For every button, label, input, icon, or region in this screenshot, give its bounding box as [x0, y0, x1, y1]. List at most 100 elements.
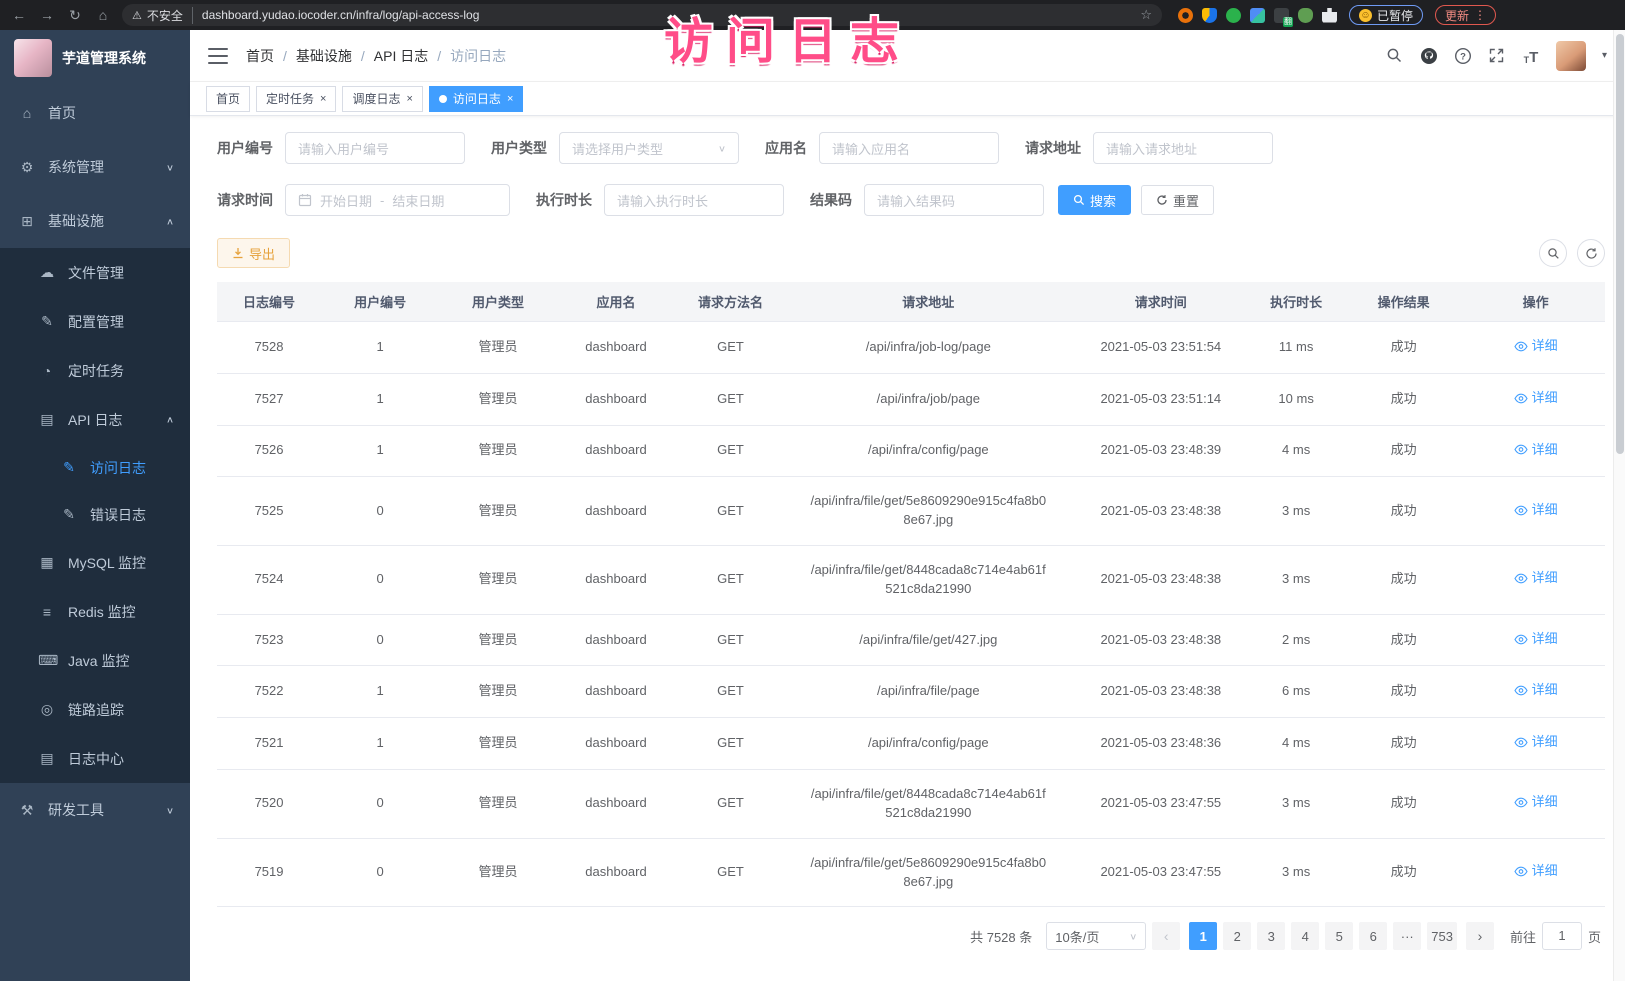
- detail-link[interactable]: 详细: [1514, 501, 1558, 520]
- search-icon[interactable]: [1386, 47, 1404, 65]
- result-code-input[interactable]: 请输入结果码: [864, 184, 1044, 216]
- sidebar-item-home[interactable]: ⌂首页: [0, 86, 190, 140]
- detail-link[interactable]: 详细: [1514, 733, 1558, 752]
- help-icon[interactable]: ?: [1454, 47, 1472, 65]
- sidebar-item-trace[interactable]: ◎链路追踪: [0, 685, 190, 734]
- app-name-input[interactable]: 请输入应用名: [819, 132, 999, 164]
- detail-link[interactable]: 详细: [1514, 389, 1558, 408]
- paused-badge[interactable]: ☺ 已暂停: [1349, 5, 1423, 25]
- detail-link[interactable]: 详细: [1514, 681, 1558, 700]
- home-icon[interactable]: ⌂: [90, 3, 116, 27]
- sidebar-item-mysql-monitor[interactable]: ▦MySQL 监控: [0, 538, 190, 587]
- sidebar-item-label: 配置管理: [68, 312, 124, 332]
- url-text: dashboard.yudao.iocoder.cn/infra/log/api…: [202, 8, 480, 22]
- action-cell: 详细: [1466, 373, 1605, 425]
- page-button-3[interactable]: 3: [1257, 922, 1285, 950]
- breadcrumb-item[interactable]: API 日志: [374, 46, 428, 66]
- extension-icon[interactable]: [1178, 8, 1193, 23]
- prev-page-button[interactable]: ‹: [1152, 922, 1180, 950]
- home-icon: ⌂: [18, 105, 36, 121]
- chevron-down-icon[interactable]: ▾: [1602, 50, 1607, 61]
- detail-link[interactable]: 详细: [1514, 441, 1558, 460]
- browser-menu-icon[interactable]: ⋮: [1474, 8, 1486, 22]
- refresh-table-button[interactable]: [1577, 239, 1605, 267]
- extension-icon[interactable]: [1250, 8, 1265, 23]
- sidebar-item-infrastructure[interactable]: ⊞基础设施∧: [0, 194, 190, 248]
- puzzle-extensions-icon[interactable]: [1322, 8, 1337, 23]
- back-icon[interactable]: ←: [6, 3, 32, 27]
- request-url-input[interactable]: 请输入请求地址: [1093, 132, 1273, 164]
- detail-link[interactable]: 详细: [1514, 862, 1558, 881]
- column-header: 用户类型: [439, 282, 557, 322]
- sidebar-item-java-monitor[interactable]: ⌨Java 监控: [0, 636, 190, 685]
- user-avatar[interactable]: [1556, 41, 1586, 71]
- breadcrumb-item[interactable]: 基础设施: [296, 46, 352, 66]
- extension-icon[interactable]: [1226, 8, 1241, 23]
- security-chip[interactable]: ⚠ 不安全: [132, 7, 193, 24]
- sidebar-item-error-log[interactable]: ✎错误日志: [0, 491, 190, 538]
- scrollbar[interactable]: [1613, 30, 1625, 981]
- export-button[interactable]: 导出: [217, 238, 290, 268]
- tab-访问日志[interactable]: 访问日志×: [429, 86, 523, 112]
- github-icon[interactable]: [1420, 47, 1438, 65]
- tab-定时任务[interactable]: 定时任务×: [256, 86, 336, 112]
- user-type-select[interactable]: 请选择用户类型 ∨: [559, 132, 739, 164]
- user-id-cell: 1: [321, 718, 439, 770]
- next-page-button[interactable]: ›: [1466, 922, 1494, 950]
- font-size-icon[interactable]: TT: [1522, 47, 1540, 65]
- warning-icon: ⚠: [132, 9, 142, 22]
- sidebar-item-redis-monitor[interactable]: ≡Redis 监控: [0, 587, 190, 636]
- page-button-6[interactable]: 6: [1359, 922, 1387, 950]
- eye-icon: [1514, 685, 1528, 696]
- sidebar-item-api-log[interactable]: ▤API 日志∧: [0, 395, 190, 444]
- request-time-range-picker[interactable]: 开始日期 - 结束日期: [285, 184, 510, 216]
- more-pages-button[interactable]: ···: [1393, 922, 1421, 950]
- sidebar-item-access-log[interactable]: ✎访问日志: [0, 444, 190, 491]
- page-size-select[interactable]: 10条/页 ∨: [1046, 922, 1146, 950]
- sidebar-item-config-mgmt[interactable]: ✎配置管理: [0, 297, 190, 346]
- sidebar-item-system-mgmt[interactable]: ⚙系统管理∨: [0, 140, 190, 194]
- address-bar[interactable]: ⚠ 不安全 dashboard.yudao.iocoder.cn/infra/l…: [122, 4, 1162, 26]
- forward-icon[interactable]: →: [34, 3, 60, 27]
- download-icon: [232, 247, 244, 259]
- app-logo[interactable]: 芋道管理系统: [0, 30, 190, 86]
- sidebar-item-dev-tools[interactable]: ⚒研发工具∨: [0, 783, 190, 837]
- update-button[interactable]: 更新 ⋮: [1435, 5, 1496, 25]
- calendar-icon: [298, 193, 312, 207]
- duration-label: 执行时长: [536, 190, 592, 210]
- extension-icon[interactable]: [1298, 8, 1313, 23]
- sidebar-item-scheduled-jobs[interactable]: ◔定时任务: [0, 346, 190, 395]
- scrollbar-thumb[interactable]: [1616, 34, 1624, 454]
- detail-link[interactable]: 详细: [1514, 337, 1558, 356]
- translate-extension-icon[interactable]: 翻: [1274, 8, 1289, 23]
- toggle-search-button[interactable]: [1539, 239, 1567, 267]
- detail-link[interactable]: 详细: [1514, 630, 1558, 649]
- bookmark-star-icon[interactable]: ☆: [1140, 7, 1152, 23]
- page-button-5[interactable]: 5: [1325, 922, 1353, 950]
- page-button-4[interactable]: 4: [1291, 922, 1319, 950]
- tab-调度日志[interactable]: 调度日志×: [342, 86, 422, 112]
- goto-page-input[interactable]: 1: [1542, 922, 1582, 950]
- duration-input[interactable]: 请输入执行时长: [604, 184, 784, 216]
- page-button-2[interactable]: 2: [1223, 922, 1251, 950]
- fullscreen-icon[interactable]: [1488, 47, 1506, 65]
- detail-link[interactable]: 详细: [1514, 569, 1558, 588]
- reload-icon[interactable]: ↻: [62, 3, 88, 27]
- tab-首页[interactable]: 首页: [206, 86, 250, 112]
- detail-link[interactable]: 详细: [1514, 793, 1558, 812]
- user-id-input[interactable]: 请输入用户编号: [285, 132, 465, 164]
- close-icon[interactable]: ×: [320, 93, 326, 105]
- page-button-1[interactable]: 1: [1189, 922, 1217, 950]
- sidebar-item-file-mgmt[interactable]: ☁文件管理: [0, 248, 190, 297]
- table-row: 75250管理员dashboardGET/api/infra/file/get/…: [217, 477, 1605, 546]
- breadcrumb-item[interactable]: 首页: [246, 46, 274, 66]
- user-type-cell: 管理员: [439, 425, 557, 477]
- collapse-sidebar-button[interactable]: [208, 48, 228, 64]
- extension-icon[interactable]: [1202, 8, 1217, 23]
- search-button[interactable]: 搜索: [1058, 185, 1131, 215]
- reset-button[interactable]: 重置: [1141, 185, 1214, 215]
- close-icon[interactable]: ×: [507, 93, 513, 105]
- page-button-753[interactable]: 753: [1427, 922, 1457, 950]
- sidebar-item-log-center[interactable]: ▤日志中心: [0, 734, 190, 783]
- close-icon[interactable]: ×: [406, 93, 412, 105]
